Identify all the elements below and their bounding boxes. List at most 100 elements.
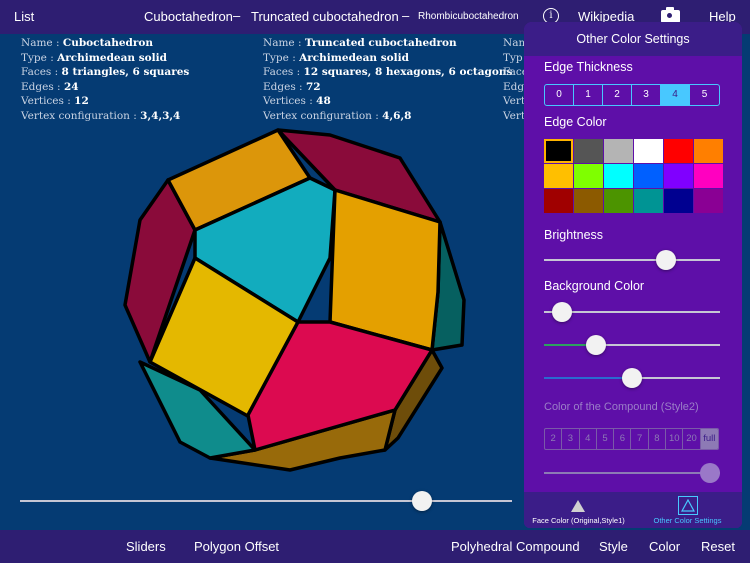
compound-option-full[interactable]: full — [700, 429, 718, 449]
vertices-value: 48 — [316, 95, 331, 108]
edge-thickness-option-1[interactable]: 1 — [574, 85, 603, 105]
bottom-toolbar: Sliders Polygon Offset Polyhedral Compou… — [0, 530, 750, 563]
edge-color-swatch[interactable] — [574, 189, 603, 213]
edge-color-swatch[interactable] — [604, 139, 633, 163]
faces-value: 8 triangles, 6 squares — [61, 66, 190, 79]
separator: – — [233, 8, 241, 23]
tab-face-color-label: Face Color (Original,Style1) — [532, 516, 625, 525]
compound-option-4[interactable]: 4 — [580, 429, 597, 449]
polygon-offset-button[interactable]: Polygon Offset — [194, 539, 279, 554]
tab-cuboctahedron[interactable]: Cuboctahedron — [144, 9, 233, 24]
slider-track — [20, 500, 512, 502]
edge-color-swatch[interactable] — [664, 139, 693, 163]
edge-thickness-option-3[interactable]: 3 — [632, 85, 661, 105]
compound-option-7[interactable]: 7 — [631, 429, 649, 449]
edge-thickness-option-2[interactable]: 2 — [603, 85, 632, 105]
compound-color-segmented-control: 2 3 4 5 6 7 8 10 20 full — [544, 428, 719, 450]
type-label: Type : — [21, 51, 54, 64]
edges-value: 72 — [305, 80, 321, 93]
edge-color-swatch[interactable] — [694, 189, 723, 213]
edge-thickness-label: Edge Thickness — [544, 60, 633, 74]
tab-rhombicuboctahedron[interactable]: Rhombicuboctahedron — [418, 11, 519, 22]
tab-other-color-settings-label: Other Color Settings — [653, 516, 722, 525]
compound-color-label: Color of the Compound (Style2) — [544, 401, 699, 413]
polyhedron-info-left: Name : Cuboctahedron Type : Archimedean … — [21, 36, 189, 124]
background-color-label: Background Color — [544, 279, 645, 293]
list-button[interactable]: List — [14, 9, 34, 24]
edge-color-swatch[interactable] — [634, 164, 663, 188]
edge-color-swatch[interactable] — [574, 139, 603, 163]
edge-thickness-option-0[interactable]: 0 — [545, 85, 574, 105]
polyhedron-3d-view[interactable] — [110, 120, 480, 480]
type-label: Type : — [263, 51, 296, 64]
slider-thumb[interactable] — [700, 463, 720, 483]
vertices-label: Vertices : — [263, 95, 313, 108]
compound-color-slider[interactable] — [544, 462, 720, 484]
compound-option-5[interactable]: 5 — [597, 429, 615, 449]
compound-option-3[interactable]: 3 — [562, 429, 580, 449]
triangle-filled-icon — [571, 500, 585, 512]
slider-thumb[interactable] — [622, 368, 642, 388]
other-color-settings-panel: Other Color Settings Edge Thickness 0 1 … — [524, 22, 742, 528]
faces-label: Faces : — [21, 66, 59, 79]
edge-thickness-option-4[interactable]: 4 — [661, 85, 690, 105]
edges-label: Edges : — [21, 80, 61, 93]
brightness-slider[interactable] — [544, 249, 720, 271]
edge-color-swatch[interactable] — [574, 164, 603, 188]
faces-label: Faces : — [263, 66, 301, 79]
type-value: Archimedean solid — [57, 51, 167, 64]
compound-option-2[interactable]: 2 — [545, 429, 563, 449]
type-value: Archimedean solid — [299, 51, 409, 64]
edge-color-palette — [544, 139, 723, 213]
faces-value: 12 squares, 8 hexagons, 6 octagons — [303, 66, 513, 79]
name-label: Name : — [21, 37, 60, 49]
slider-track — [544, 472, 720, 474]
background-blue-slider[interactable] — [544, 367, 720, 389]
panel-title: Other Color Settings — [524, 22, 742, 56]
edge-thickness-segmented-control: 0 1 2 3 4 5 — [544, 84, 720, 106]
vertices-value: 12 — [74, 95, 89, 108]
compound-option-10[interactable]: 10 — [666, 429, 684, 449]
brightness-label: Brightness — [544, 228, 604, 242]
color-button[interactable]: Color — [649, 539, 680, 554]
compound-option-8[interactable]: 8 — [649, 429, 667, 449]
vertices-label: Vertices : — [21, 95, 71, 108]
background-red-slider[interactable] — [544, 301, 720, 323]
compound-option-6[interactable]: 6 — [614, 429, 632, 449]
edge-color-swatch[interactable] — [544, 139, 573, 163]
edge-thickness-option-5[interactable]: 5 — [690, 85, 719, 105]
tab-face-color[interactable]: Face Color (Original,Style1) — [524, 492, 633, 528]
edge-color-swatch[interactable] — [544, 164, 573, 188]
slider-thumb[interactable] — [411, 491, 432, 511]
slider-fill — [544, 377, 632, 379]
panel-tab-bar: Face Color (Original,Style1) Other Color… — [524, 492, 742, 528]
polyhedron-morph-slider[interactable] — [20, 490, 512, 512]
edge-color-swatch[interactable] — [694, 164, 723, 188]
tab-other-color-settings[interactable]: Other Color Settings — [633, 492, 742, 528]
edge-color-swatch[interactable] — [604, 189, 633, 213]
triangle-outline-icon — [678, 496, 698, 515]
slider-thumb[interactable] — [551, 302, 572, 322]
name-value: Cuboctahedron — [62, 37, 154, 49]
name-label: Name : — [263, 37, 302, 49]
edge-color-swatch[interactable] — [664, 189, 693, 213]
edge-color-swatch[interactable] — [694, 139, 723, 163]
style-button[interactable]: Style — [599, 539, 628, 554]
compound-option-20[interactable]: 20 — [683, 429, 701, 449]
edge-color-swatch[interactable] — [544, 189, 573, 213]
polyhedron-info-middle: Name : Truncated cuboctahedron Type : Ar… — [263, 36, 512, 124]
slider-thumb[interactable] — [656, 250, 677, 270]
tab-truncated-cuboctahedron[interactable]: Truncated cuboctahedron — [251, 9, 399, 24]
edge-color-swatch[interactable] — [634, 139, 663, 163]
edge-color-swatch[interactable] — [634, 189, 663, 213]
edges-value: 24 — [63, 80, 79, 93]
edges-label: Edges : — [263, 80, 303, 93]
background-green-slider[interactable] — [544, 334, 720, 356]
sliders-button[interactable]: Sliders — [126, 539, 166, 554]
slider-thumb[interactable] — [586, 335, 607, 355]
separator: – — [402, 8, 410, 23]
edge-color-swatch[interactable] — [664, 164, 693, 188]
reset-button[interactable]: Reset — [701, 539, 735, 554]
polyhedral-compound-button[interactable]: Polyhedral Compound — [451, 539, 580, 554]
edge-color-swatch[interactable] — [604, 164, 633, 188]
